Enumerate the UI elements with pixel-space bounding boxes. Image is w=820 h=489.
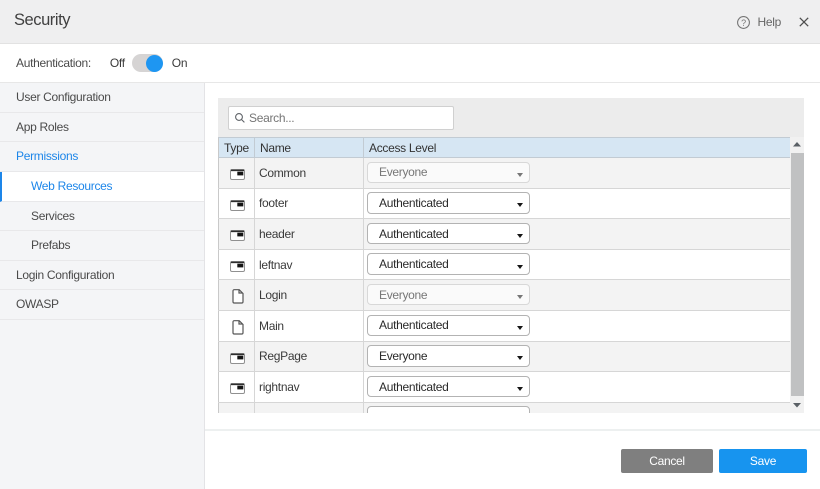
svg-text:?: ?	[741, 18, 746, 28]
